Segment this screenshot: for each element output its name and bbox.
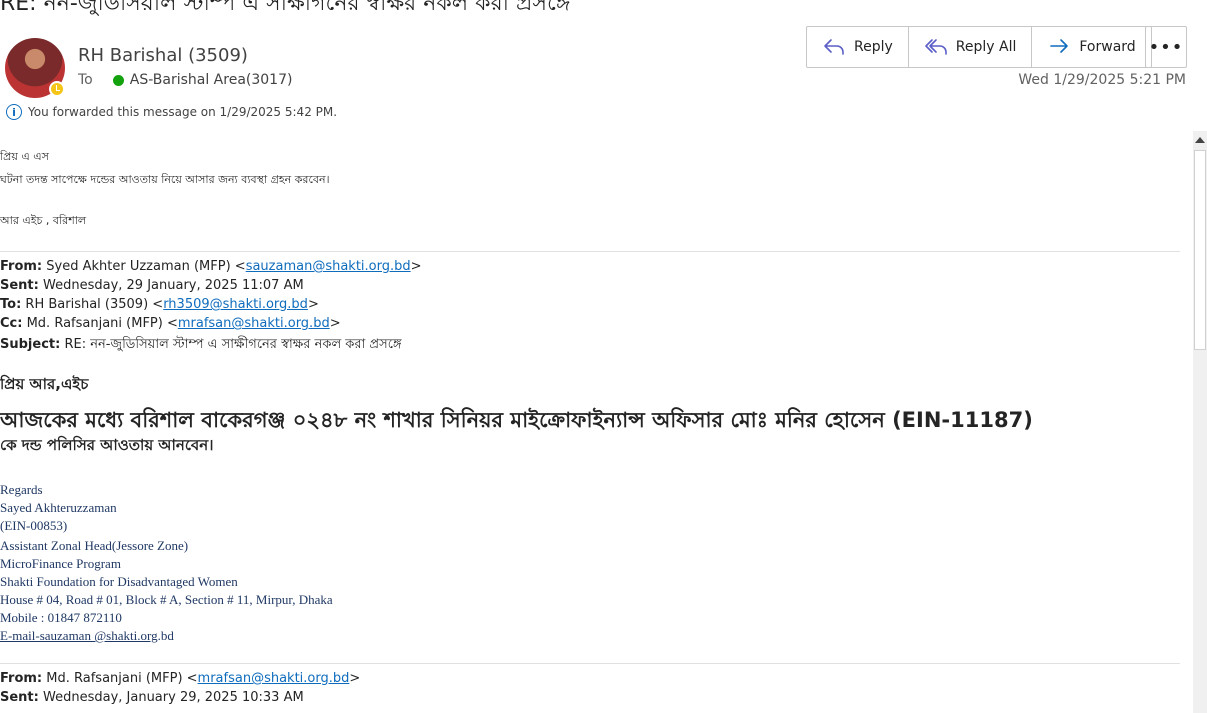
reply-icon [824, 39, 844, 55]
sender-name[interactable]: RH Barishal (3509) [78, 45, 248, 66]
forward-button[interactable]: Forward [1032, 27, 1150, 67]
scroll-up-button[interactable] [1193, 131, 1207, 149]
signature-program: MicroFinance Program [0, 556, 121, 571]
info-icon: i [6, 104, 22, 120]
divider [0, 251, 1180, 252]
divider [0, 663, 1180, 664]
scroll-thumb[interactable] [1194, 150, 1206, 350]
reply-button[interactable]: Reply [807, 27, 909, 67]
to-label: To [78, 72, 93, 88]
reply-all-icon [924, 39, 947, 55]
quoted-sent: Sent: Wednesday, 29 January, 2025 11:07 … [0, 278, 304, 293]
quoted2-sent: Sent: Wednesday, January 29, 2025 10:33 … [0, 690, 304, 705]
quoted-cc: Cc: Md. Rafsanjani (MFP) <mrafsan@shakti… [0, 316, 341, 331]
signature-org: Shakti Foundation for Disadvantaged Wome… [0, 574, 238, 589]
body-instruction: ঘটনা তদন্ত সাপেক্ষে দন্ডের আওতায় নিয়ে … [0, 173, 330, 186]
signature-email-link[interactable]: E-mail-sauzaman @shakti.org [0, 628, 158, 643]
reply-all-label: Reply All [955, 39, 1017, 55]
body-greeting: প্রিয় এ এস [0, 150, 49, 163]
quoted-from: From: Syed Akhter Uzzaman (MFP) <sauzama… [0, 259, 422, 274]
forward-info-text: You forwarded this message on 1/29/2025 … [28, 105, 338, 119]
reply-label: Reply [854, 39, 893, 55]
signature-ein: (EIN-00853) [0, 518, 68, 533]
signature-name: Sayed Akhteruzzaman [0, 500, 117, 515]
signature-regards: Regards [0, 482, 43, 497]
presence-away-icon [49, 81, 65, 97]
presence-available-icon [112, 74, 124, 86]
quoted-greeting: প্রিয় আর,এইচ [0, 375, 89, 393]
forward-info-bar: i You forwarded this message on 1/29/202… [6, 104, 337, 120]
forward-icon [1050, 39, 1069, 53]
cc-email-link[interactable]: mrafsan@shakti.org.bd [178, 316, 330, 331]
signature-title: Assistant Zonal Head(Jessore Zone) [0, 538, 189, 553]
signature-mobile: Mobile : 01847 872110 [0, 610, 122, 625]
recipient-row: To AS-Barishal Area(3017) [78, 72, 292, 88]
quoted-second-line: কে দন্ড পলিসির আওতায় আনবেন। [0, 436, 214, 454]
from-email-link[interactable]: sauzaman@shakti.org.bd [246, 259, 411, 274]
recipient-name[interactable]: AS-Barishal Area(3017) [130, 72, 293, 88]
signature-email: E-mail-sauzaman @shakti.org.bd [0, 628, 174, 643]
email-subject: RE: নন-জুডিসিয়াল স্টাম্প এ সাক্ষীগনের স… [0, 0, 571, 16]
quoted-to: To: RH Barishal (3509) <rh3509@shakti.or… [0, 297, 319, 312]
quoted-subject: Subject: RE: নন-জুডিসিয়াল স্টাম্প এ সাক… [0, 337, 402, 352]
quoted2-from: From: Md. Rafsanjani (MFP) <mrafsan@shak… [0, 671, 361, 686]
reply-all-button[interactable]: Reply All [909, 27, 1033, 67]
to-email-link[interactable]: rh3509@shakti.org.bd [163, 297, 308, 312]
message-date: Wed 1/29/2025 5:21 PM [1018, 72, 1186, 88]
quoted2-from-email-link[interactable]: mrafsan@shakti.org.bd [198, 671, 350, 686]
body-signoff: আর এইচ , বরিশাল [0, 214, 87, 227]
vertical-scrollbar[interactable] [1193, 131, 1207, 713]
more-actions-button[interactable]: ••• [1145, 26, 1187, 68]
action-bar: Reply Reply All Forward [806, 26, 1152, 68]
forward-label: Forward [1079, 39, 1136, 55]
signature-address: House # 04, Road # 01, Block # A, Sectio… [0, 592, 333, 607]
